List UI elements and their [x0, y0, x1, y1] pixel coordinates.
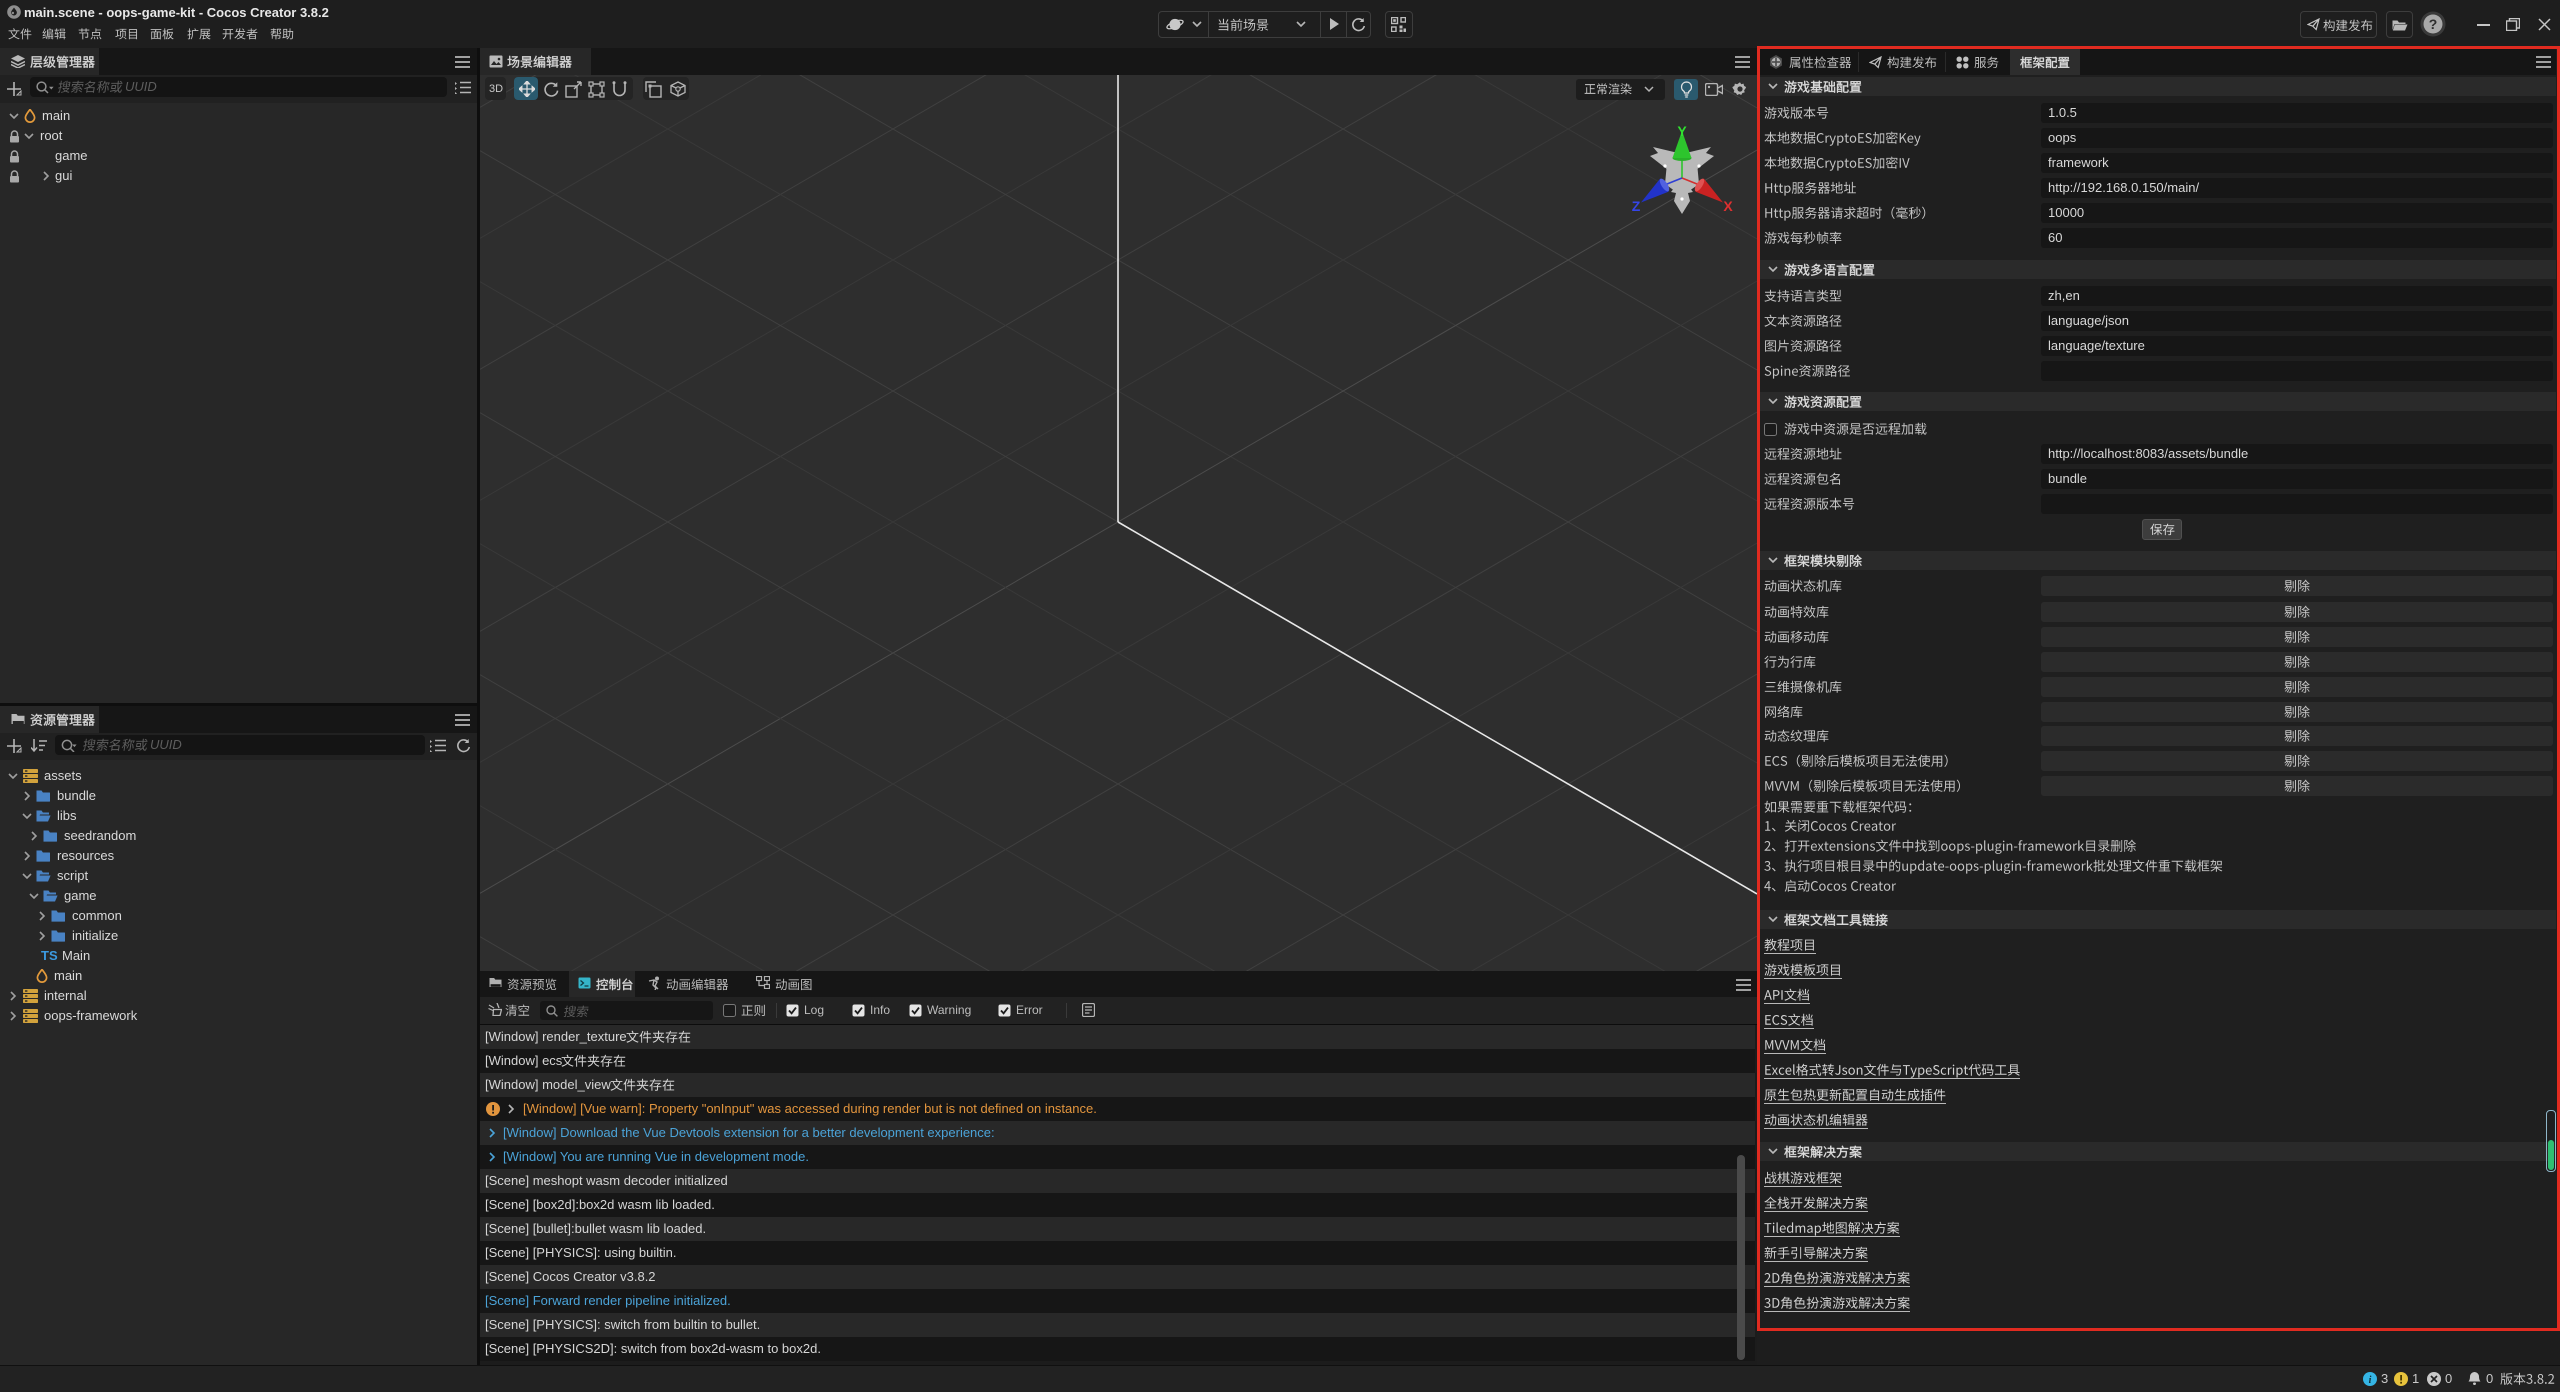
- svg-text:?: ?: [2429, 16, 2438, 32]
- svg-text:X: X: [1723, 198, 1733, 214]
- svg-text:Y: Y: [1677, 123, 1687, 139]
- svg-text:i: i: [2369, 1375, 2372, 1386]
- svg-text:Z: Z: [1632, 198, 1641, 214]
